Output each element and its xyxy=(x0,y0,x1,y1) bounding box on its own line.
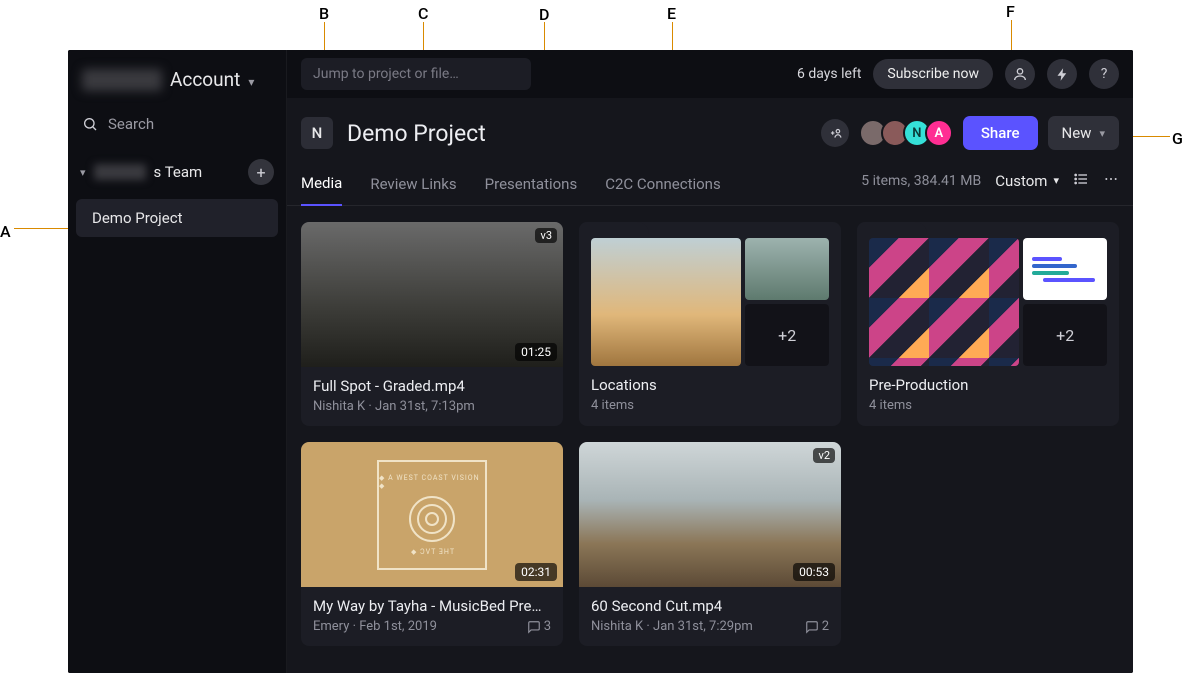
card-meta: Nishita K · Jan 31st, 7:29pm xyxy=(591,619,753,634)
help-icon[interactable]: ? xyxy=(1089,59,1119,89)
folder-card[interactable]: +2 Locations 4 items xyxy=(579,222,841,426)
new-button[interactable]: New ▾ xyxy=(1048,116,1119,150)
collaborator-avatars[interactable]: N A xyxy=(859,119,953,147)
tab-review-links[interactable]: Review Links xyxy=(370,167,456,205)
folder-card[interactable]: +2 Pre-Production 4 items xyxy=(857,222,1119,426)
chevron-down-icon: ▾ xyxy=(1099,127,1105,140)
avatar[interactable]: A xyxy=(925,119,953,147)
project-badge: N xyxy=(301,117,333,149)
version-badge: v3 xyxy=(535,228,557,243)
new-button-label: New xyxy=(1062,124,1092,142)
media-grid: v3 01:25 Full Spot - Graded.mp4 Nishita … xyxy=(287,206,1133,662)
topbar: Jump to project or file… 6 days left Sub… xyxy=(287,50,1133,98)
global-search-input[interactable]: Jump to project or file… xyxy=(301,58,531,90)
comment-count: 3 xyxy=(527,619,551,634)
annotation-G: G xyxy=(1172,129,1183,148)
sidebar-team[interactable]: ▾ s Team + xyxy=(68,151,286,193)
project-header: N Demo Project N A Share New ▾ xyxy=(287,98,1133,160)
folder-more-count: +2 xyxy=(1023,304,1107,366)
add-project-button[interactable]: + xyxy=(248,159,274,185)
add-people-button[interactable] xyxy=(821,119,849,147)
card-title: 60 Second Cut.mp4 xyxy=(591,597,829,615)
folder-thumb xyxy=(591,238,741,366)
annotation-C: C xyxy=(418,4,428,23)
share-button[interactable]: Share xyxy=(963,116,1038,150)
project-title: Demo Project xyxy=(347,120,486,147)
tab-c2c-connections[interactable]: C2C Connections xyxy=(605,167,721,205)
trial-days-left: 6 days left xyxy=(797,66,861,82)
card-meta: Emery · Feb 1st, 2019 xyxy=(313,619,437,634)
thumbnail: ◆ A WEST COAST VISION ◆ THE TVC ◆ 02:31 xyxy=(301,442,563,587)
account-label: Account xyxy=(170,68,240,91)
card-meta: 4 items xyxy=(869,398,1107,413)
card-title: Full Spot - Graded.mp4 xyxy=(313,377,551,395)
comment-count: 2 xyxy=(805,619,829,634)
tabs-row: Media Review Links Presentations C2C Con… xyxy=(287,160,1133,206)
account-name-redacted xyxy=(82,69,162,91)
poster-graphic: ◆ A WEST COAST VISION ◆ THE TVC ◆ xyxy=(377,460,487,570)
sidebar: Account ▾ Search ▾ s Team + Demo Project xyxy=(68,50,287,673)
annotation-E: E xyxy=(667,4,676,23)
sort-label: Custom xyxy=(995,172,1047,190)
folder-thumb xyxy=(869,238,1019,366)
duration-badge: 02:31 xyxy=(515,563,557,581)
media-card[interactable]: v3 01:25 Full Spot - Graded.mp4 Nishita … xyxy=(301,222,563,426)
folder-more-count: +2 xyxy=(745,304,829,366)
annotation-A: A xyxy=(0,222,11,241)
app-window: Account ▾ Search ▾ s Team + Demo Project… xyxy=(68,50,1133,673)
subscribe-button[interactable]: Subscribe now xyxy=(873,59,993,89)
tab-media[interactable]: Media xyxy=(301,166,342,206)
duration-badge: 01:25 xyxy=(515,343,557,361)
tab-presentations[interactable]: Presentations xyxy=(485,167,578,205)
item-stats: 5 items, 384.41 MB xyxy=(861,173,981,189)
thumbnail: v3 01:25 xyxy=(301,222,563,367)
card-title: Locations xyxy=(591,376,829,394)
chevron-down-icon: ▾ xyxy=(1053,174,1059,187)
main-area: Jump to project or file… 6 days left Sub… xyxy=(287,50,1133,673)
chevron-down-icon: ▾ xyxy=(248,75,254,89)
team-name-redacted xyxy=(94,164,146,180)
account-switcher[interactable]: Account ▾ xyxy=(68,58,286,101)
card-title: Pre-Production xyxy=(869,376,1107,394)
annotation-F: F xyxy=(1006,2,1015,21)
card-title: My Way by Tayha - MusicBed Pre… xyxy=(313,597,551,615)
sidebar-search[interactable]: Search xyxy=(68,101,286,151)
duration-badge: 00:53 xyxy=(793,563,835,581)
card-meta: Nishita K · Jan 31st, 7:13pm xyxy=(313,399,551,414)
media-card[interactable]: ◆ A WEST COAST VISION ◆ THE TVC ◆ 02:31 … xyxy=(301,442,563,646)
team-suffix: s Team xyxy=(154,163,203,181)
lightning-icon[interactable] xyxy=(1047,59,1077,89)
media-card[interactable]: v2 00:53 60 Second Cut.mp4 Nishita K · J… xyxy=(579,442,841,646)
folder-thumb xyxy=(745,238,829,300)
search-icon xyxy=(82,116,98,132)
version-badge: v2 xyxy=(813,448,835,463)
annotation-B: B xyxy=(319,4,329,23)
list-view-icon[interactable] xyxy=(1073,171,1089,191)
thumbnail: v2 00:53 xyxy=(579,442,841,587)
sidebar-search-label: Search xyxy=(108,115,154,133)
card-meta: 4 items xyxy=(591,398,829,413)
folder-thumb xyxy=(1023,238,1107,300)
chevron-down-icon: ▾ xyxy=(80,166,86,179)
annotation-line-G xyxy=(1132,136,1170,137)
sidebar-project-item[interactable]: Demo Project xyxy=(76,199,278,237)
more-icon[interactable] xyxy=(1103,171,1119,191)
sort-dropdown[interactable]: Custom ▾ xyxy=(995,172,1059,190)
annotation-line-A xyxy=(14,228,68,229)
profile-icon[interactable] xyxy=(1005,59,1035,89)
